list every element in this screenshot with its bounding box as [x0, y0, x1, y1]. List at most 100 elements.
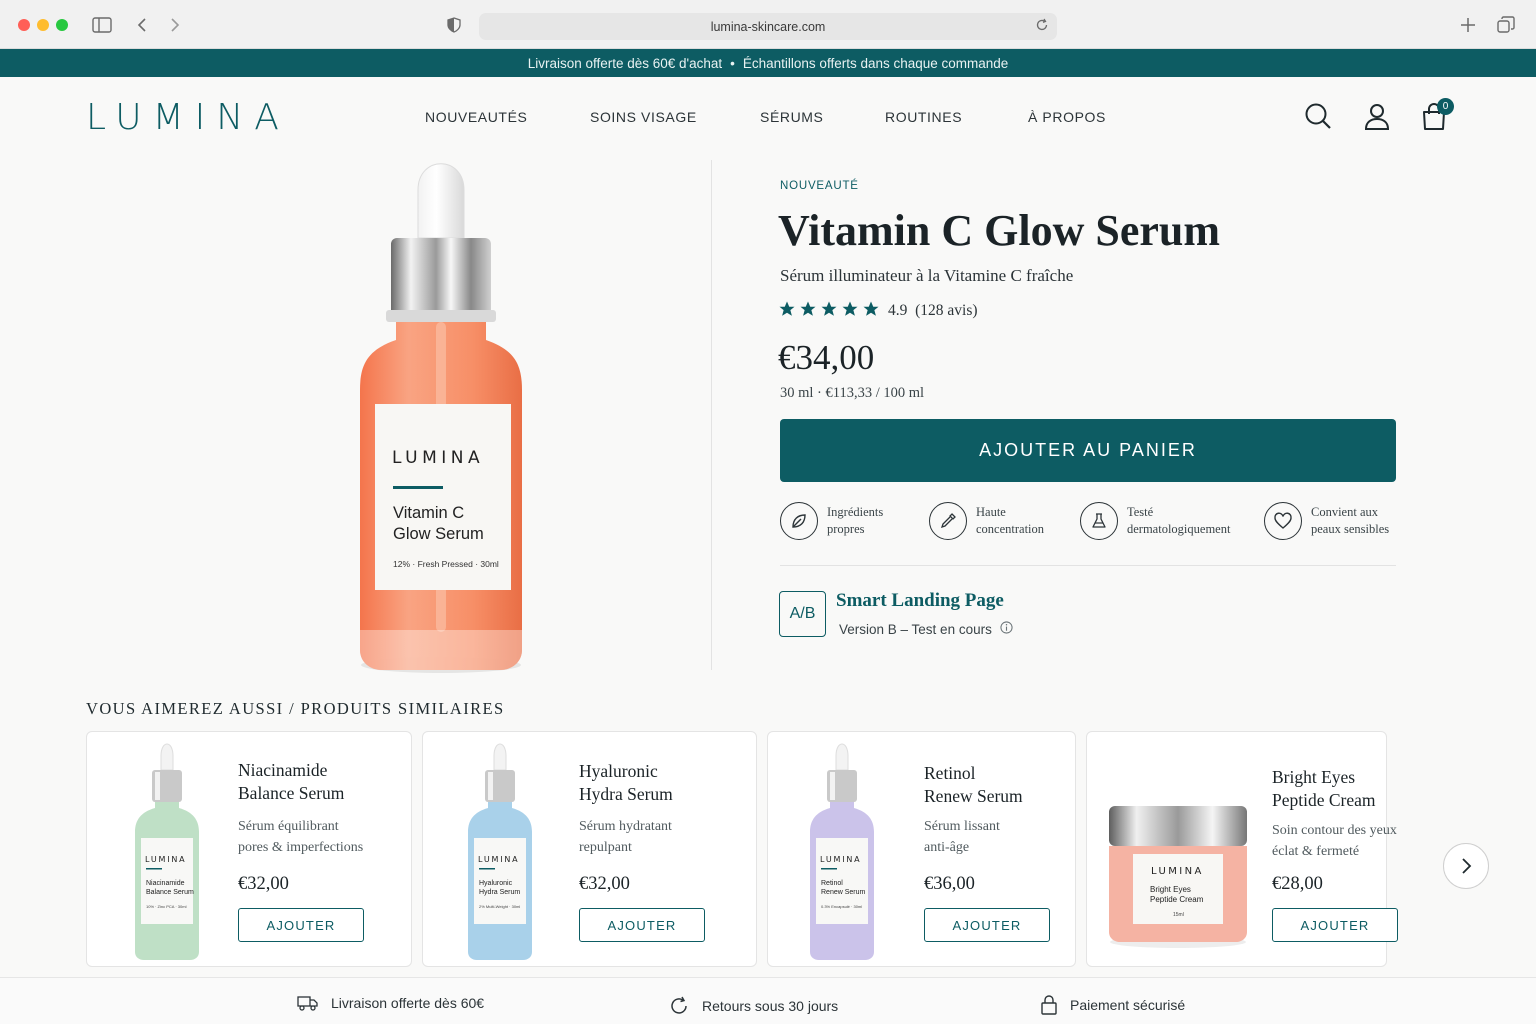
- card-desc-line: anti-âge: [924, 840, 970, 855]
- product-hero-image: LUMINA Vitamin C Glow Serum 12% · Fresh …: [340, 150, 550, 680]
- account-icon[interactable]: [1362, 101, 1392, 131]
- add-button[interactable]: AJOUTER: [579, 908, 705, 942]
- card-desc-line: éclat & fermeté: [1272, 844, 1360, 859]
- card-desc-line: Sérum équilibrant: [238, 819, 339, 834]
- card-price: €32,00: [238, 874, 289, 894]
- carousel-next-button[interactable]: [1443, 843, 1489, 889]
- minimize-window-button[interactable]: [37, 19, 49, 31]
- card-label-name: Hydra Serum: [479, 889, 520, 896]
- card-desc-line: Soin contour des yeux: [1272, 823, 1397, 838]
- tab-overview-icon[interactable]: [1495, 14, 1517, 36]
- product-card[interactable]: LUMINA Bright Eyes Peptide Cream 15ml Br…: [1086, 731, 1398, 967]
- nav-item-soins-visage[interactable]: SOINS VISAGE: [590, 109, 697, 125]
- info-icon[interactable]: [1000, 621, 1013, 637]
- star-icon: [779, 301, 795, 316]
- card-name-line: Balance Serum: [238, 783, 345, 803]
- product-card[interactable]: LUMINA Retinol Renew Serum 0.3% Encapsul…: [767, 731, 1076, 967]
- card-label-name: Hyaluronic: [479, 880, 513, 887]
- footer-label: Retours sous 30 jours: [702, 998, 839, 1014]
- hero-label-brand: LUMINA: [392, 448, 484, 468]
- card-price: €32,00: [579, 874, 630, 894]
- privacy-shield-icon[interactable]: [443, 14, 465, 36]
- card-description: Sérum lissant anti-âge: [924, 816, 1000, 858]
- card-product-name[interactable]: Niacinamide Balance Serum: [238, 759, 344, 805]
- card-name-line: Renew Serum: [924, 786, 1023, 806]
- star-icon: [800, 301, 816, 316]
- card-description: Sérum hydratant repulpant: [579, 816, 672, 858]
- footer-label: Paiement sécurisé: [1070, 997, 1186, 1013]
- promo-banner: Livraison offerte dès 60€ d'achat • Écha…: [0, 49, 1536, 77]
- truck-icon: [297, 996, 318, 1011]
- rating-summary[interactable]: 4.9 (128 avis): [888, 302, 978, 320]
- close-window-button[interactable]: [18, 19, 30, 31]
- card-price: €36,00: [924, 874, 975, 894]
- star-icon: [863, 301, 879, 316]
- product-card[interactable]: LUMINA Niacinamide Balance Serum 10% · Z…: [86, 731, 412, 967]
- ab-test-badge: A/B: [779, 591, 826, 637]
- nav-item-nouveautes[interactable]: NOUVEAUTÉS: [425, 109, 527, 125]
- hero-label-name-2: Glow Serum: [393, 525, 484, 543]
- card-label-detail: 2% Multi-Weight · 30ml: [479, 904, 520, 909]
- product-title: Vitamin C Glow Serum: [778, 206, 1221, 255]
- column-divider: [711, 160, 712, 670]
- search-icon[interactable]: [1303, 101, 1333, 131]
- section-divider: [780, 565, 1396, 566]
- footer-item-secure-payment: Paiement sécurisé: [1040, 995, 1185, 1015]
- browser-toolbar: lumina-skincare.com: [0, 0, 1536, 49]
- add-button[interactable]: AJOUTER: [1272, 908, 1398, 942]
- ab-test-title: Smart Landing Page: [836, 590, 1004, 611]
- hero-label-name-1: Vitamin C: [393, 504, 464, 522]
- forward-icon[interactable]: [164, 14, 186, 36]
- feature-dermatologically-tested: Testé dermatologiquement: [1080, 502, 1230, 540]
- dropper-icon: [929, 502, 967, 540]
- unit-price: 30 ml · €113,33 / 100 ml: [780, 385, 925, 401]
- card-label-name: Peptide Cream: [1150, 895, 1204, 904]
- new-tab-icon[interactable]: [1457, 14, 1479, 36]
- rating-value: 4.9: [888, 302, 908, 319]
- footer-label: Livraison offerte dès 60€: [331, 995, 485, 1011]
- product-card[interactable]: LUMINA Hyaluronic Hydra Serum 2% Multi-W…: [422, 731, 757, 967]
- card-name-line: Niacinamide: [238, 760, 328, 780]
- card-name-line: Peptide Cream: [1272, 790, 1376, 810]
- add-button[interactable]: AJOUTER: [238, 908, 364, 942]
- card-product-name[interactable]: Bright Eyes Peptide Cream: [1272, 766, 1376, 812]
- card-label-detail: 10% · Zinc PCA · 30ml: [146, 904, 187, 909]
- trust-footer: Livraison offerte dès 60€ Retours sous 3…: [0, 977, 1536, 1024]
- back-icon[interactable]: [131, 14, 153, 36]
- address-bar[interactable]: lumina-skincare.com: [479, 13, 1057, 40]
- ab-test-subtitle: Version B – Test en cours: [839, 621, 992, 637]
- product-subtitle: Sérum illuminateur à la Vitamine C fraîc…: [780, 266, 1074, 285]
- feature-line: Ingrédients: [827, 505, 884, 519]
- card-label-brand: LUMINA: [1151, 866, 1204, 877]
- flask-icon: [1080, 502, 1118, 540]
- site-logo[interactable]: LUMINA: [86, 97, 290, 138]
- ab-test-subtitle-row: Version B – Test en cours: [839, 621, 1013, 637]
- feature-line: Convient aux: [1311, 505, 1379, 519]
- hero-label-detail: 12% · Fresh Pressed · 30ml: [393, 559, 499, 569]
- card-price: €28,00: [1272, 874, 1323, 894]
- nav-item-a-propos[interactable]: À PROPOS: [1028, 109, 1106, 125]
- card-label-name: Retinol: [821, 880, 843, 887]
- new-badge: NOUVEAUTÉ: [780, 180, 859, 192]
- card-product-name[interactable]: Hyaluronic Hydra Serum: [579, 760, 673, 806]
- sidebar-toggle-icon[interactable]: [91, 14, 113, 36]
- card-name-line: Hydra Serum: [579, 784, 673, 804]
- reload-icon[interactable]: [1035, 18, 1049, 35]
- card-desc-line: Sérum hydratant: [579, 819, 672, 834]
- card-description: Sérum équilibrant pores & imperfections: [238, 816, 363, 858]
- card-label-brand: LUMINA: [820, 855, 861, 864]
- card-name-line: Retinol: [924, 763, 976, 783]
- feature-line: Haute: [976, 505, 1006, 519]
- card-product-name[interactable]: Retinol Renew Serum: [924, 762, 1023, 808]
- nav-item-serums[interactable]: SÉRUMS: [760, 109, 824, 125]
- card-label-name: Balance Serum: [146, 889, 194, 896]
- add-button[interactable]: AJOUTER: [924, 908, 1050, 942]
- leaf-icon: [780, 502, 818, 540]
- feature-line: propres: [827, 522, 865, 536]
- feature-sensitive-skin: Convient aux peaux sensibles: [1264, 502, 1389, 540]
- maximize-window-button[interactable]: [56, 19, 68, 31]
- rating-stars[interactable]: [778, 300, 880, 318]
- add-to-cart-button[interactable]: AJOUTER AU PANIER: [780, 419, 1396, 482]
- nav-item-routines[interactable]: ROUTINES: [885, 109, 962, 125]
- star-icon: [842, 301, 858, 316]
